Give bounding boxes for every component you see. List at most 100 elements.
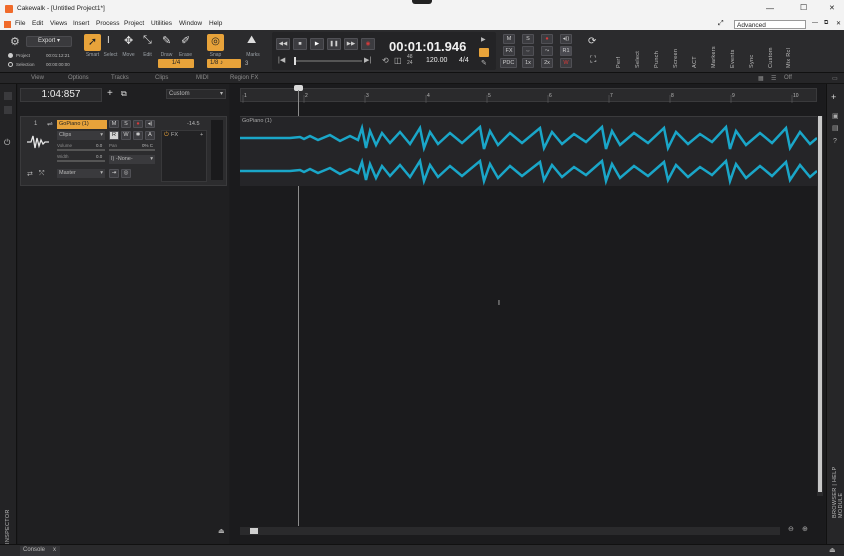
menu-views[interactable]: Views xyxy=(50,20,67,27)
add-lane-icon[interactable]: + xyxy=(831,92,836,102)
project-radio[interactable] xyxy=(8,53,13,58)
module-select[interactable]: Select xyxy=(635,34,641,68)
metronome-icon[interactable]: ◫ xyxy=(394,56,402,65)
width-slider[interactable] xyxy=(57,160,105,162)
automation-icon[interactable]: ⤳ xyxy=(541,46,553,56)
solo-all-button[interactable]: S xyxy=(522,34,534,44)
view-options-icon[interactable]: ▦ xyxy=(758,75,764,82)
archive-button[interactable]: A xyxy=(145,131,155,140)
gear-icon[interactable]: ⚙ xyxy=(10,35,20,48)
track-arm-button[interactable]: ● xyxy=(133,120,143,128)
arm-all-button[interactable]: ● xyxy=(541,34,553,44)
zoom-in-icon[interactable]: ⊕ xyxy=(802,525,808,533)
erase-tool-icon[interactable]: ✐ xyxy=(181,34,190,47)
loop-module-icon[interactable]: ⟳ xyxy=(588,36,596,47)
meter-value[interactable]: 4/4 xyxy=(459,57,469,64)
module-mix-recall[interactable]: Mix Rcl xyxy=(786,34,792,68)
output-select[interactable]: Master ▾ xyxy=(57,169,105,178)
view-menu-midi[interactable]: MIDI xyxy=(196,75,209,81)
r1-button[interactable]: R1 xyxy=(560,46,572,56)
browser-label[interactable]: BROWSER | HELP MODULE xyxy=(832,448,844,518)
module-perf[interactable]: Perf xyxy=(616,34,622,68)
view-off-toggle[interactable]: Off xyxy=(784,75,792,81)
track-solo-button[interactable]: S xyxy=(121,120,131,128)
module-punch[interactable]: Punch xyxy=(654,34,660,68)
record-button[interactable]: ◉ xyxy=(361,38,375,50)
1x-button[interactable]: 1x xyxy=(522,58,534,68)
time-display[interactable]: 00:01:01.946 xyxy=(389,39,466,54)
console-expand-icon[interactable]: ⏏ xyxy=(829,546,836,554)
track-pane-scroll-icon[interactable]: ⏏ xyxy=(218,527,225,535)
selection-radio[interactable] xyxy=(8,62,13,67)
track-mute-button[interactable]: M xyxy=(109,120,119,128)
smart-tool-button[interactable]: ➚ xyxy=(84,34,101,51)
menu-min-icon[interactable]: — xyxy=(812,20,818,26)
clips-mode-select[interactable]: Clips ▾ xyxy=(57,131,105,140)
timeline-ruler[interactable]: 1 2 3 4 5 6 7 8 9 10 xyxy=(240,88,817,103)
play-button[interactable]: ▶ xyxy=(310,38,324,50)
menu-help[interactable]: Help xyxy=(209,20,222,27)
inspector-toggle-icon[interactable] xyxy=(4,92,12,100)
menu-insert[interactable]: Insert xyxy=(73,20,89,27)
write-automation-button[interactable]: W xyxy=(121,131,131,140)
window-grip[interactable] xyxy=(412,0,432,4)
pause-button[interactable]: ❚❚ xyxy=(327,38,341,50)
edit-tool-icon[interactable]: ⤡ xyxy=(143,34,152,47)
track-strip[interactable]: 1 ⇌ GoPiano (1) M S ● ◂) -14.5 Clips ▾ R… xyxy=(20,116,227,186)
module-act[interactable]: ACT xyxy=(692,34,698,68)
transport-side-toggle[interactable] xyxy=(479,48,489,57)
input-select[interactable]: I) -None- ▾ xyxy=(109,155,155,164)
position-slider[interactable] xyxy=(294,60,362,62)
link-icon[interactable]: ⇔ xyxy=(522,46,534,56)
browser-plugins-icon[interactable]: ▤ xyxy=(832,124,839,132)
view-menu-view[interactable]: View xyxy=(31,75,44,81)
module-custom[interactable]: Custom xyxy=(768,34,774,68)
console-close-icon[interactable]: x xyxy=(53,546,56,555)
track-name-field[interactable]: GoPiano (1) xyxy=(57,120,107,129)
read-automation-button[interactable]: R xyxy=(109,131,119,140)
write-icon[interactable]: W xyxy=(560,58,572,68)
module-screen[interactable]: Screen xyxy=(673,34,679,68)
track-preset-select[interactable]: Custom ▾ xyxy=(166,89,226,99)
browser-media-icon[interactable]: ▣ xyxy=(832,112,839,120)
tempo-edit-icon[interactable]: ✎ xyxy=(481,59,487,67)
2x-button[interactable]: 2x xyxy=(541,58,553,68)
track-menu-icon[interactable]: ⇌ xyxy=(47,120,53,128)
module-events[interactable]: Events xyxy=(730,34,736,68)
view-menu-tracks[interactable]: Tracks xyxy=(111,75,129,81)
go-start-icon[interactable]: |◀ xyxy=(278,56,285,64)
view-maximize-icon[interactable]: ▭ xyxy=(832,75,838,82)
export-button[interactable]: Export ▾ xyxy=(26,36,72,47)
pdc-button[interactable]: PDC xyxy=(500,58,517,68)
fx-bin[interactable]: ⏻ FX + xyxy=(161,130,207,182)
maximize-button[interactable]: ☐ xyxy=(800,3,807,12)
volume-slider[interactable] xyxy=(57,149,105,151)
stop-button[interactable]: ■ xyxy=(293,38,307,50)
vertical-scroll-thumb[interactable] xyxy=(818,116,822,492)
inspector-tab-icon[interactable] xyxy=(4,106,12,114)
position-thumb[interactable] xyxy=(294,57,296,65)
menu-window[interactable]: Window xyxy=(179,20,202,27)
menu-project[interactable]: Project xyxy=(124,20,144,27)
view-menu-options[interactable]: Options xyxy=(68,75,89,81)
grid-resolution-field[interactable]: 1/4 xyxy=(158,59,194,68)
take-lane-icon[interactable]: ⤲ xyxy=(39,170,45,178)
view-list-icon[interactable]: ☰ xyxy=(771,75,776,82)
draw-tool-icon[interactable]: ✎ xyxy=(162,34,171,47)
automation-lane-icon[interactable]: ⇄ xyxy=(27,170,33,178)
audio-clip[interactable]: GoPiano (1) xyxy=(240,116,817,186)
view-menu-region-fx[interactable]: Region FX xyxy=(230,75,258,81)
vertical-scrollbar[interactable] xyxy=(817,116,823,496)
menu-file[interactable]: File xyxy=(15,20,25,27)
fx-button[interactable]: FX xyxy=(503,46,515,56)
now-time-field[interactable]: 1:04:857 xyxy=(20,88,102,102)
snap-button[interactable]: ◎ xyxy=(207,34,224,51)
go-end-icon[interactable]: ▶| xyxy=(364,56,371,64)
module-markers[interactable]: Markers xyxy=(711,34,717,68)
track-monitor-button[interactable]: ◂) xyxy=(145,120,155,128)
menu-close-icon[interactable]: ✕ xyxy=(836,20,841,27)
menu-edit[interactable]: Edit xyxy=(32,20,43,27)
volume-icon[interactable]: ◂)) xyxy=(560,34,572,44)
app-menu-icon[interactable] xyxy=(4,21,11,28)
transport-play-small-icon[interactable]: ▶ xyxy=(481,36,486,43)
